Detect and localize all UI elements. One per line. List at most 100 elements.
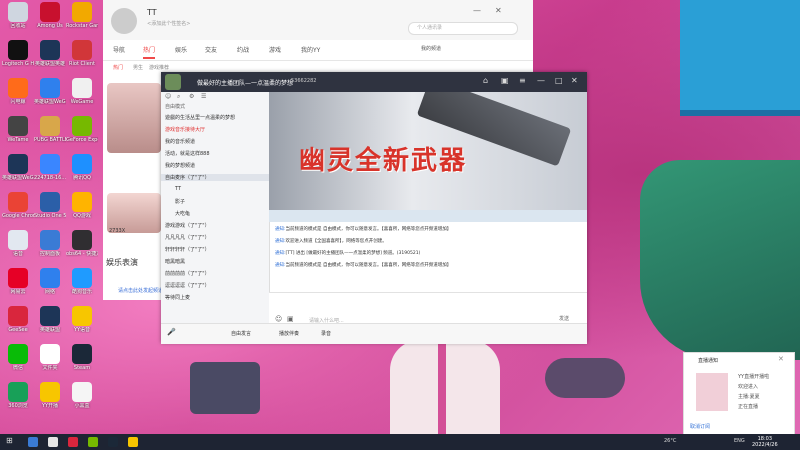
desktop-icon[interactable]: 英雄联盟WeGame版 (34, 78, 66, 105)
desktop-icon[interactable]: obs64 - 快捷方式 (66, 230, 98, 257)
desktop-icon[interactable]: 英雄联盟WeGame (2, 154, 34, 181)
desktop-icon[interactable]: WeTame (2, 116, 34, 143)
channel-item[interactable]: 前前前前（了"了"） (165, 270, 210, 277)
desktop-icon-label: QQ游戏 (73, 213, 91, 219)
desktop-icon[interactable]: 语音 (2, 230, 34, 257)
tab-my-yy[interactable]: 我的YY (301, 45, 320, 54)
desktop-icon[interactable]: Steam (66, 344, 98, 371)
taskbar-app-icon[interactable] (48, 437, 58, 447)
menu-icon[interactable]: ≡ (519, 76, 526, 85)
desktop-icon[interactable]: Rockstar Games (66, 2, 98, 29)
send-button[interactable]: 发送 (559, 315, 569, 322)
record-button[interactable]: 录音 (321, 330, 331, 337)
search-icon[interactable]: ⌕ (177, 93, 180, 101)
taskbar-app-icon[interactable] (108, 437, 118, 447)
free-speak-button[interactable]: 自由发言 (231, 330, 251, 337)
channel-item[interactable]: 游戏音乐接待大厅 (165, 126, 205, 133)
taskbar-app-icon[interactable] (88, 437, 98, 447)
channel-item[interactable]: 活动，就是这样888 (165, 150, 210, 157)
desktop-icon-label: PUBG BATTLEG… (34, 137, 66, 143)
tab-nav[interactable]: 导航 (113, 45, 125, 54)
close-icon[interactable]: ✕ (571, 76, 578, 85)
room-banner[interactable]: 幽灵全新武器 (269, 92, 587, 210)
channel-item[interactable]: 我的音乐频道 (165, 138, 195, 145)
desktop-icon[interactable]: 224718-16… (34, 154, 66, 181)
notification-image[interactable] (696, 373, 728, 411)
channel-item[interactable]: 我的梦想频道 (165, 162, 195, 169)
list-icon[interactable]: ☰ (201, 93, 206, 100)
desktop-icon[interactable]: WeGame (66, 78, 98, 105)
accompany-button[interactable]: 播放伴奏 (279, 330, 299, 337)
desktop-icon[interactable]: 酷狗音乐 (66, 268, 98, 295)
language-indicator[interactable]: ENG (734, 438, 745, 444)
create-channel-link[interactable]: 请点击此处发起频道 (118, 287, 163, 294)
desktop-icon[interactable]: GeForce Experience (66, 116, 98, 143)
desktop-icon[interactable]: 腾讯QQ (66, 154, 98, 181)
channel-item[interactable]: TT (175, 186, 181, 192)
channel-item[interactable]: 大吃龟 (175, 210, 190, 217)
clock[interactable]: 18:03 2022/4/26 (752, 436, 778, 448)
desktop-icon[interactable]: 英雄联盟英雄 (34, 40, 66, 67)
desktop-icon[interactable]: 文件夹 (34, 344, 66, 371)
tab-battle[interactable]: 约战 (237, 45, 249, 54)
taskbar-app-icon[interactable] (68, 437, 78, 447)
subtab-games[interactable]: 游戏推荐 (149, 64, 169, 71)
desktop-icon[interactable]: 小黑盒 (66, 382, 98, 409)
desktop-icon[interactable]: 网络 (34, 268, 66, 295)
tab-friends[interactable]: 交友 (205, 45, 217, 54)
desktop-icon[interactable]: 英雄联盟 (34, 306, 66, 333)
channel-item[interactable]: 游戏游戏（了"了"） (165, 222, 210, 229)
desktop-icon[interactable]: 回收站 (2, 2, 34, 29)
minimize-icon[interactable]: — (537, 76, 545, 85)
channel-item[interactable]: 轩轩轩轩（了"了"） (165, 246, 210, 253)
mic-icon[interactable]: 🎤 (167, 328, 176, 336)
channel-item[interactable]: 自由麦序（了"了"） (161, 174, 269, 181)
search-input[interactable]: 个人通讯录 (408, 22, 518, 35)
subtab-hot[interactable]: 热门 (113, 64, 123, 71)
game-icon[interactable]: ▣ (501, 76, 509, 85)
home-icon[interactable]: ⌂ (483, 76, 488, 85)
subtab-male[interactable]: 男生 (133, 64, 143, 71)
user-icon[interactable]: ☺ (165, 93, 171, 100)
stream-thumbnail[interactable] (107, 193, 161, 233)
desktop-icon[interactable]: GeeSee (2, 306, 34, 333)
notification-link[interactable]: 取消订阅 (690, 423, 710, 430)
close-icon[interactable]: ✕ (778, 355, 784, 363)
channel-item[interactable]: 逗逗逗逗（了"了"） (165, 282, 210, 289)
tab-entertain[interactable]: 娱乐 (175, 45, 187, 54)
my-channel-link[interactable]: 我的频道 (421, 45, 441, 52)
channel-item[interactable]: 暗黑暗黑 (165, 258, 185, 265)
desktop-icon[interactable]: Riot Client (66, 40, 98, 67)
channel-item[interactable]: 影子 (175, 198, 185, 205)
close-icon[interactable]: ✕ (495, 6, 502, 15)
desktop-icon[interactable]: QQ游戏 (66, 192, 98, 219)
settings-icon[interactable]: ⚙ (189, 93, 194, 100)
taskbar-app-icon[interactable] (128, 437, 138, 447)
stream-thumbnail[interactable] (107, 83, 161, 153)
minimize-icon[interactable]: — (473, 6, 481, 15)
emoji-icon[interactable]: ☺ (275, 315, 282, 323)
taskbar-app-icon[interactable] (28, 437, 38, 447)
desktop-icon[interactable]: 360浏览 (2, 382, 34, 409)
desktop-icon[interactable]: 微信 (2, 344, 34, 371)
windows-icon[interactable]: ⊞ (6, 436, 13, 445)
channel-item[interactable]: 等待同上麦 (165, 294, 190, 301)
avatar[interactable] (111, 8, 137, 34)
picture-icon[interactable]: ▣ (287, 315, 294, 323)
tab-hot[interactable]: 热门 (143, 45, 156, 59)
maximize-icon[interactable]: □ (555, 76, 563, 85)
tab-games[interactable]: 游戏 (269, 45, 281, 54)
channel-item[interactable]: 凡凡凡凡（了"了"） (165, 234, 210, 241)
desktop-icon[interactable]: YY开播 (34, 382, 66, 409)
desktop-icon[interactable]: Logitech G HUB (2, 40, 34, 67)
channel-item[interactable]: 遊戲的生活丛里一点温柔的梦想 (165, 114, 235, 121)
desktop-icon[interactable]: PUBG BATTLEG… (34, 116, 66, 143)
desktop-icon[interactable]: Among Us (34, 2, 66, 29)
desktop-icon[interactable]: 网易云 (2, 268, 34, 295)
desktop-icon[interactable]: 控制面板 (34, 230, 66, 257)
user-signature[interactable]: <添加此个性签名> (147, 20, 190, 27)
desktop-icon[interactable]: YY语音 (66, 306, 98, 333)
desktop-icon[interactable]: 闪电鲸 (2, 78, 34, 105)
desktop-icon[interactable]: Google Chrome (2, 192, 34, 219)
desktop-icon[interactable]: Studio One 5 (34, 192, 66, 219)
